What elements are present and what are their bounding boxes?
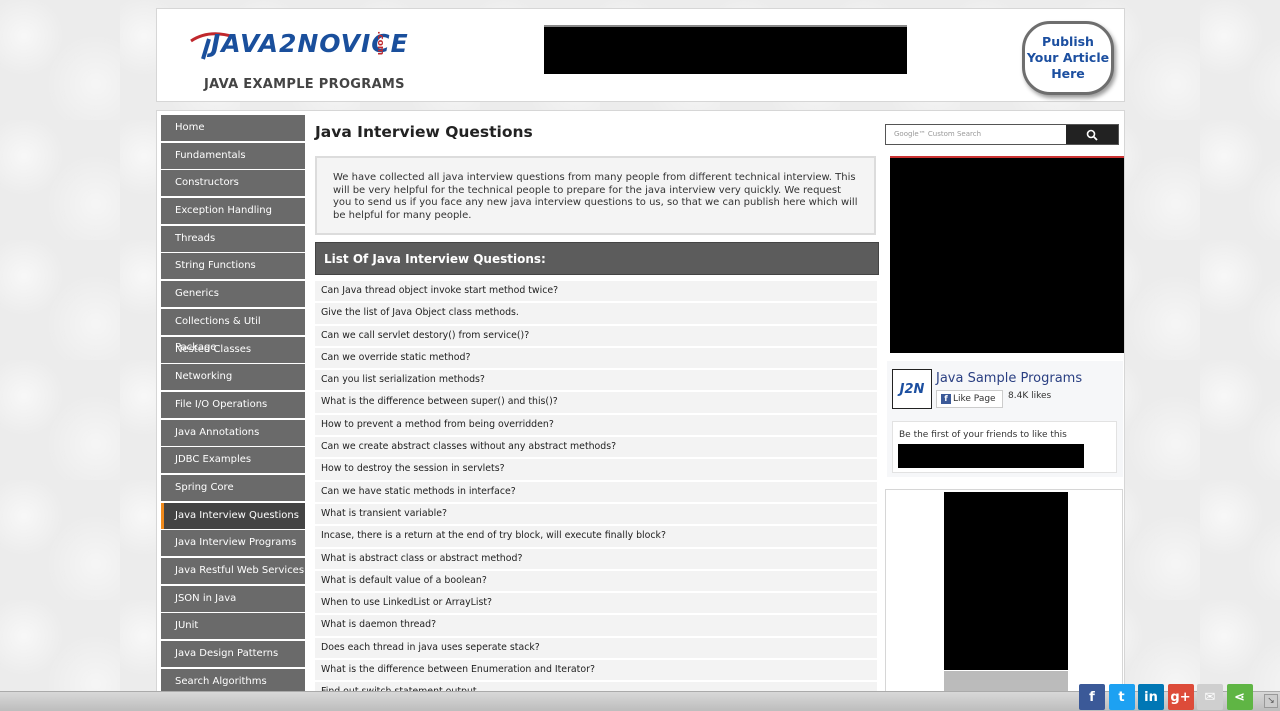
sidebar-item-fundamentals[interactable]: Fundamentals xyxy=(161,142,305,169)
question-link[interactable]: Can we override static method? xyxy=(315,347,877,369)
main-panel: Home Fundamentals Constructors Exception Ha… xyxy=(156,110,1125,711)
publish-line-1: Publish xyxy=(1042,34,1094,49)
search-box: Google™ Custom Search xyxy=(885,124,1119,145)
sidebar-ad-box xyxy=(885,489,1123,710)
resize-corner-icon[interactable]: ↘ xyxy=(1264,694,1278,708)
sidebar-item-generics[interactable]: Generics xyxy=(161,281,305,308)
sidebar-item-java-interview-programs[interactable]: Java Interview Programs xyxy=(161,530,305,557)
facebook-widget: J2N Java Sample Programs f Like Page 8.4K… xyxy=(887,361,1123,477)
search-icon xyxy=(1086,129,1098,141)
search-input[interactable]: Google™ Custom Search xyxy=(886,125,1066,144)
share-icon[interactable]: ⋖ xyxy=(1226,684,1253,710)
fb-friends-faces xyxy=(898,444,1084,468)
sidebar-ad[interactable] xyxy=(890,156,1124,353)
question-link[interactable]: Can Java thread object invoke start meth… xyxy=(315,281,877,302)
twitter-icon[interactable]: t xyxy=(1108,684,1135,710)
sidebar-item-json-in-java[interactable]: JSON in Java xyxy=(161,585,305,612)
sidebar-item-collections-util-package[interactable]: Collections & Util Package xyxy=(161,308,305,353)
site-header: JAVA2NOVICE .com JAVA EXAMPLE PROGRAMS P… xyxy=(156,8,1125,102)
fb-page-logo[interactable]: J2N xyxy=(892,369,932,409)
sidebar-item-exception-handling[interactable]: Exception Handling xyxy=(161,198,305,225)
question-link[interactable]: Can we have static methods in interface? xyxy=(315,481,877,502)
sidebar-item-home[interactable]: Home xyxy=(161,115,305,141)
sidebar-item-file-i-o-operations[interactable]: File I/O Operations xyxy=(161,391,305,418)
linkedin-icon[interactable]: in xyxy=(1138,684,1164,710)
sidebar-item-networking[interactable]: Networking xyxy=(161,364,305,391)
fb-like-label: Like Page xyxy=(953,394,996,404)
question-link[interactable]: Can you list serialization methods? xyxy=(315,370,877,391)
fb-like-count: 8.4K likes xyxy=(1008,391,1052,401)
question-link[interactable]: What is default value of a boolean? xyxy=(315,570,877,592)
sidebar-item-string-functions[interactable]: String Functions xyxy=(161,253,305,280)
question-link[interactable]: How to destroy the session in servlets? xyxy=(315,459,877,480)
sidebar-item-jdbc-examples[interactable]: JDBC Examples xyxy=(161,447,305,474)
fb-friends-text: Be the first of your friends to like thi… xyxy=(899,430,1067,440)
site-tagline: JAVA EXAMPLE PROGRAMS xyxy=(204,77,405,92)
publish-line-3: Here xyxy=(1051,66,1085,81)
question-link[interactable]: What is the difference between Enumerati… xyxy=(315,660,877,681)
fb-like-button[interactable]: f Like Page xyxy=(936,390,1003,408)
facebook-icon[interactable]: f xyxy=(1079,684,1105,710)
page-title: Java Interview Questions xyxy=(315,123,533,141)
question-link[interactable]: Can we call servlet destory() from servi… xyxy=(315,325,877,346)
question-link[interactable]: What is abstract class or abstract metho… xyxy=(315,548,877,569)
banner-ad[interactable] xyxy=(544,25,907,74)
sidebar-ad-2[interactable] xyxy=(944,492,1068,670)
question-link[interactable]: Incase, there is a return at the end of … xyxy=(315,526,877,547)
question-link[interactable]: Give the list of Java Object class metho… xyxy=(315,303,877,324)
sidebar-item-java-interview-questions[interactable]: Java Interview Questions xyxy=(161,502,305,529)
search-button[interactable] xyxy=(1066,125,1118,144)
email-icon[interactable]: ✉ xyxy=(1197,684,1223,710)
sidebar-item-nested-classes[interactable]: Nested Classes xyxy=(161,336,305,363)
question-link[interactable]: Does each thread in java uses seperate s… xyxy=(315,637,877,659)
questions-list: Can Java thread object invoke start meth… xyxy=(315,281,877,705)
logo-suffix: .com xyxy=(375,31,385,56)
sidebar-item-spring-core[interactable]: Spring Core xyxy=(161,474,305,501)
question-link[interactable]: What is transient variable? xyxy=(315,503,877,525)
question-link[interactable]: What is the difference between super() a… xyxy=(315,392,877,413)
sidebar-item-java-annotations[interactable]: Java Annotations xyxy=(161,419,305,446)
question-link[interactable]: What is daemon thread? xyxy=(315,615,877,636)
sidebar-item-junit[interactable]: JUnit xyxy=(161,613,305,640)
list-header: List Of Java Interview Questions: xyxy=(315,242,879,275)
fb-page-name[interactable]: Java Sample Programs xyxy=(936,371,1082,386)
fb-friends-box: Be the first of your friends to like thi… xyxy=(892,421,1117,473)
question-link[interactable]: When to use LinkedList or ArrayList? xyxy=(315,593,877,614)
publish-article-button[interactable]: Publish Your Article Here xyxy=(1022,21,1114,95)
google-plus-icon[interactable]: g+ xyxy=(1167,684,1194,710)
sidebar-item-constructors[interactable]: Constructors xyxy=(161,170,305,197)
question-link[interactable]: Can we create abstract classes without a… xyxy=(315,437,877,458)
intro-text: We have collected all java interview que… xyxy=(315,156,876,235)
sidebar-item-java-design-patterns[interactable]: Java Design Patterns xyxy=(161,641,305,668)
publish-line-2: Your Article xyxy=(1026,50,1110,65)
sidebar-item-threads[interactable]: Threads xyxy=(161,225,305,252)
facebook-icon: f xyxy=(941,394,951,404)
question-link[interactable]: How to prevent a method from being overr… xyxy=(315,414,877,436)
sidebar-nav: Home Fundamentals Constructors Exception Ha… xyxy=(161,115,305,696)
sidebar-item-java-restful-web-services[interactable]: Java Restful Web Services xyxy=(161,558,305,584)
